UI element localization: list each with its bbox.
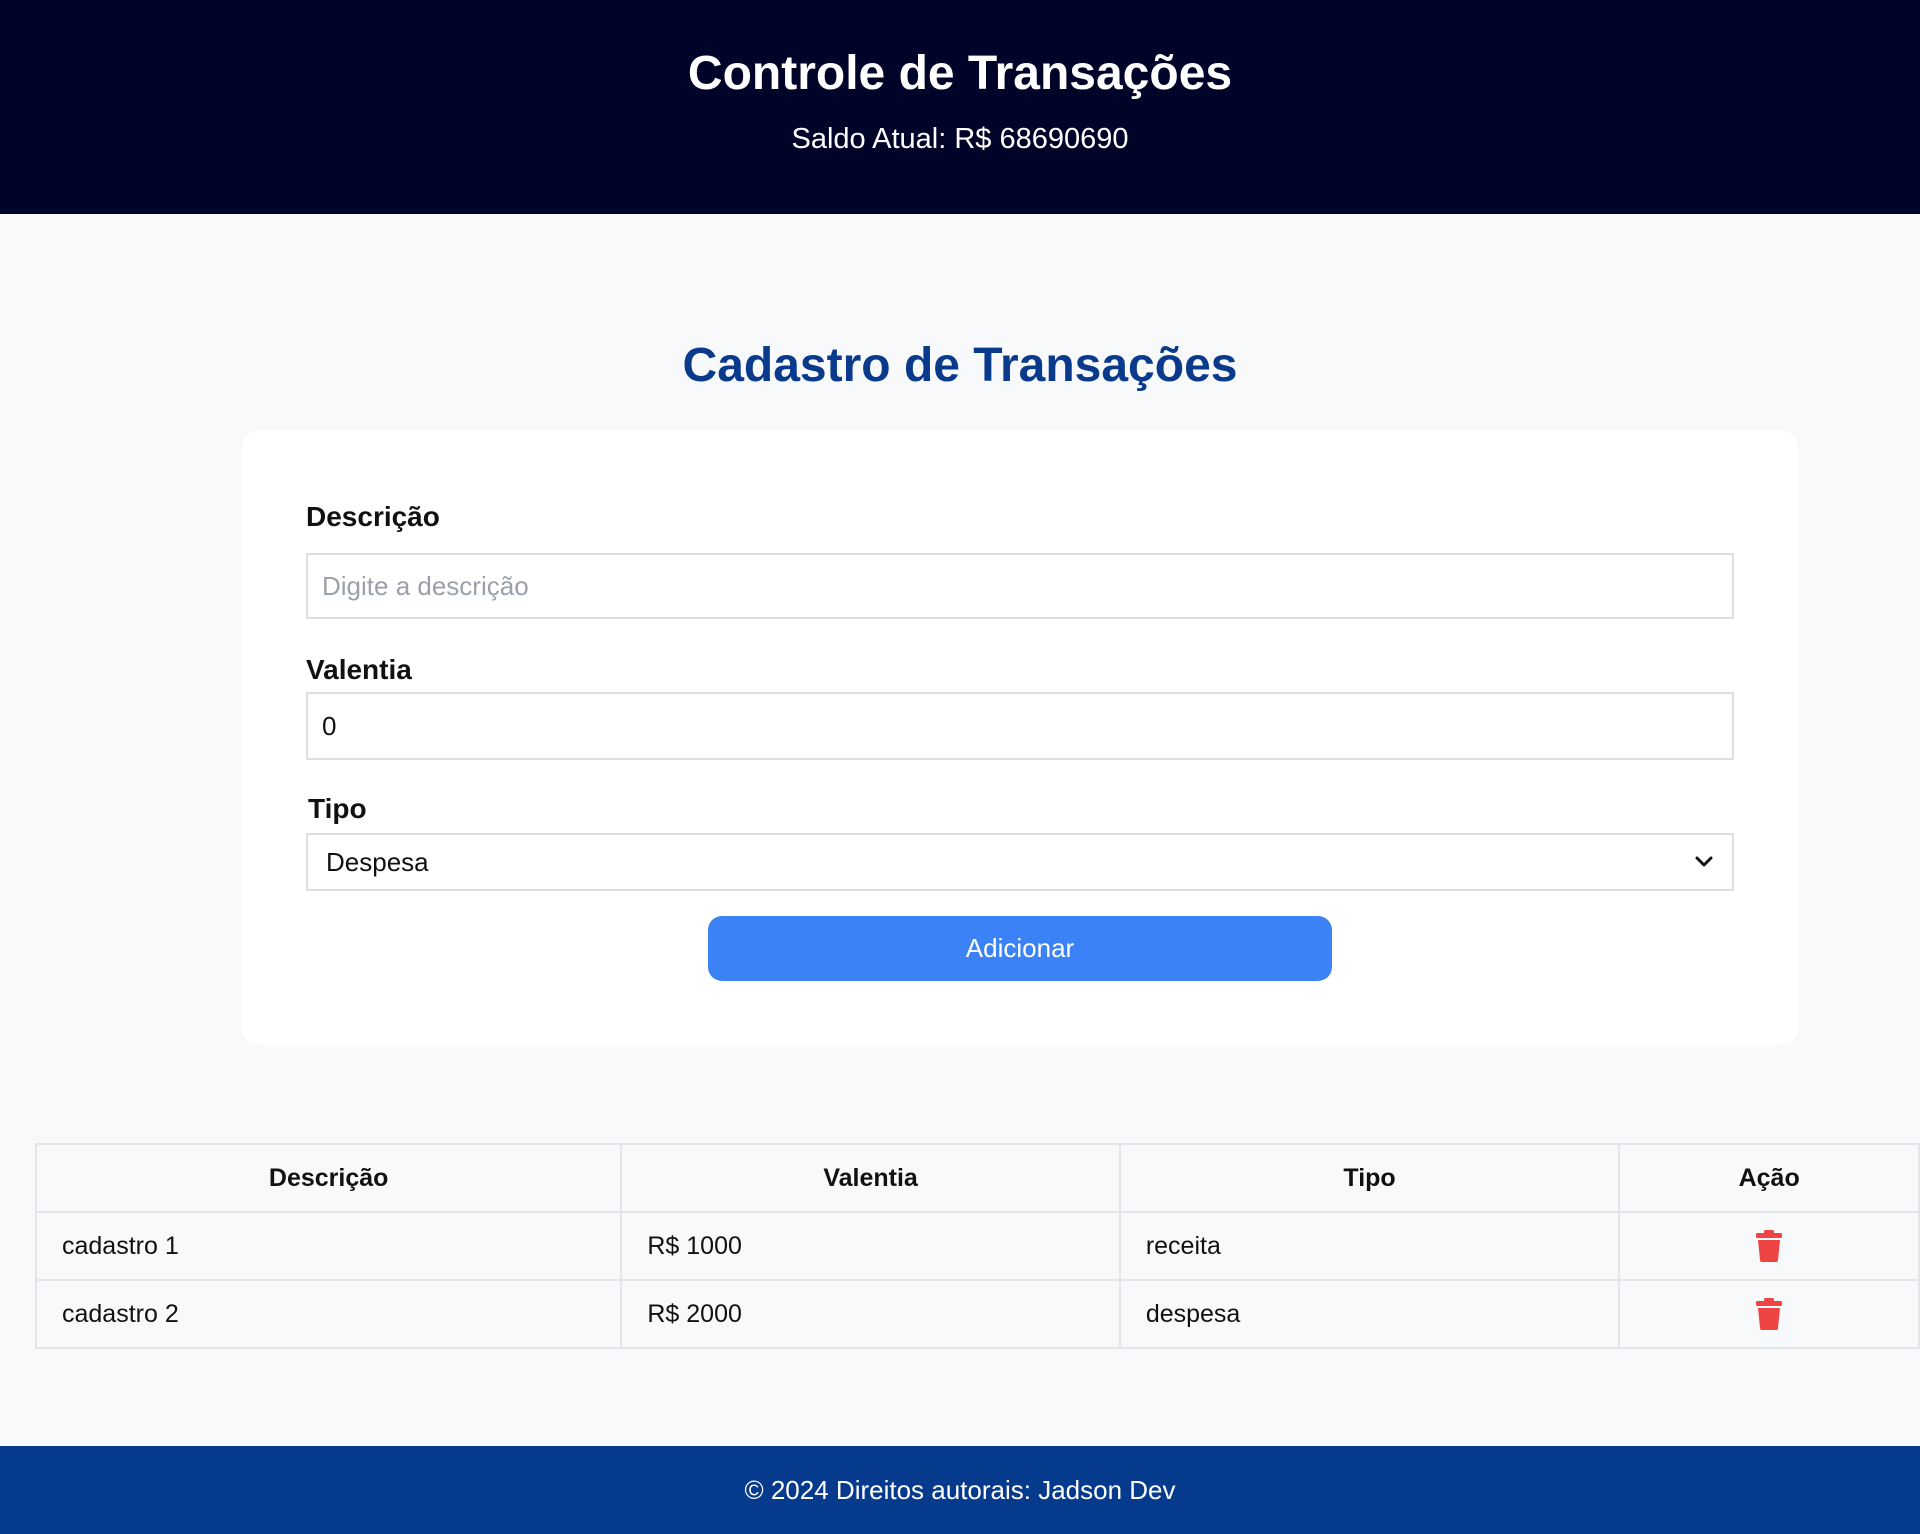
transaction-form: Descrição Valentia Tipo Despesa Adiciona… [242, 430, 1798, 1045]
description-label: Descrição [306, 501, 440, 532]
form-title: Cadastro de Transações [682, 339, 1238, 392]
trash-icon [1756, 1230, 1783, 1262]
table-row: cadastro 1 R$ 1000 receita [34, 1211, 1920, 1281]
cell-type: despesa [1118, 1279, 1621, 1349]
table-row: cadastro 2 R$ 2000 despesa [34, 1279, 1920, 1349]
column-header-action: Ação [1618, 1143, 1920, 1213]
column-header-value: Valentia [620, 1143, 1121, 1213]
type-label: Tipo [308, 793, 367, 824]
cell-action [1618, 1211, 1920, 1281]
cell-type: receita [1118, 1211, 1621, 1281]
table-header-row: Descrição Valentia Tipo Ação [34, 1143, 1920, 1213]
cell-description: cadastro 1 [34, 1211, 623, 1281]
column-header-description: Descrição [34, 1143, 623, 1213]
app-title: Controle de Transações [687, 47, 1233, 100]
add-button[interactable]: Adicionar [708, 916, 1332, 981]
cell-description: cadastro 2 [34, 1279, 623, 1349]
type-select-value: Despesa [326, 847, 429, 877]
type-select[interactable]: Despesa [306, 833, 1734, 891]
description-input[interactable] [306, 553, 1734, 619]
copyright-text: © 2024 Direitos autorais: Jadson Dev [744, 1475, 1176, 1505]
transactions-table: Descrição Valentia Tipo Ação cadastro 1 … [34, 1143, 1920, 1349]
value-label: Valentia [306, 654, 412, 685]
cell-action [1618, 1279, 1920, 1349]
chevron-down-icon [1695, 856, 1713, 867]
page: Controle de Transações Saldo Atual: R$ 6… [0, 0, 1920, 1534]
cell-value: R$ 1000 [620, 1211, 1121, 1281]
current-balance: Saldo Atual: R$ 68690690 [791, 123, 1129, 155]
app-header: Controle de Transações Saldo Atual: R$ 6… [0, 0, 1920, 214]
column-header-type: Tipo [1118, 1143, 1621, 1213]
value-input[interactable] [306, 692, 1734, 760]
trash-icon [1756, 1298, 1783, 1330]
delete-button[interactable] [1756, 1230, 1783, 1262]
delete-button[interactable] [1756, 1298, 1783, 1330]
cell-value: R$ 2000 [620, 1279, 1121, 1349]
page-footer: © 2024 Direitos autorais: Jadson Dev [0, 1446, 1920, 1534]
